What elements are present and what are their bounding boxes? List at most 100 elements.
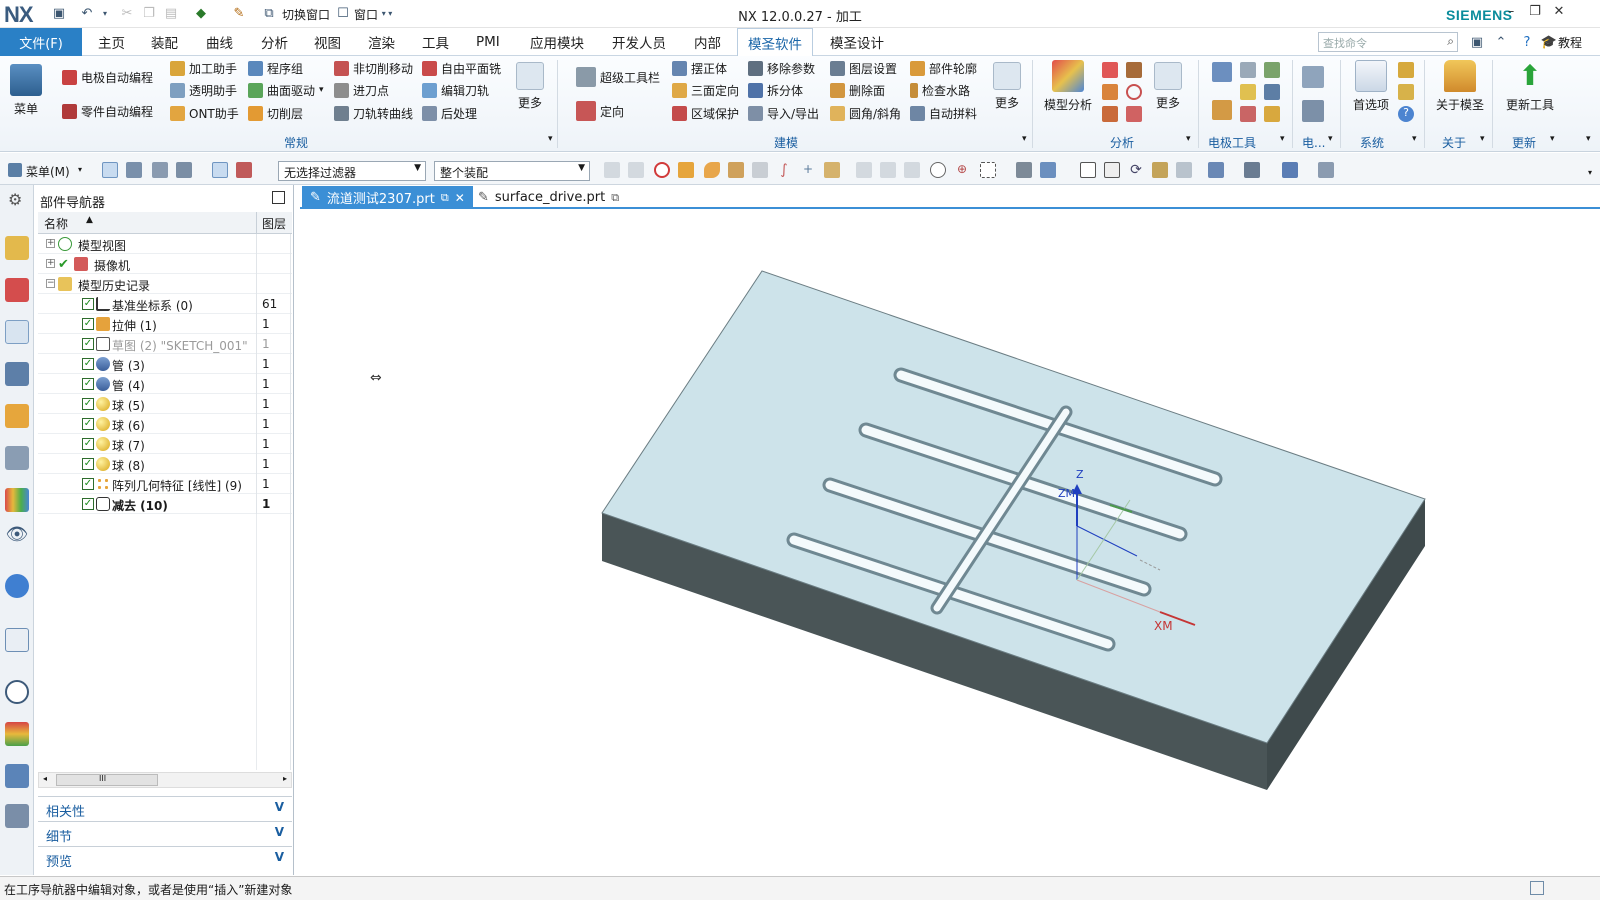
snap-settings-icon[interactable] xyxy=(604,162,620,178)
no-snap-icon[interactable] xyxy=(654,162,670,178)
roles-icon[interactable] xyxy=(5,722,29,746)
system-expand-icon[interactable]: ▾ xyxy=(1412,134,1417,144)
analysis-expand-icon[interactable]: ▾ xyxy=(1186,134,1191,144)
resource-settings-icon[interactable]: ⚙ xyxy=(8,190,22,209)
electrode-create-icon[interactable] xyxy=(1212,62,1232,82)
distance-icon[interactable] xyxy=(1126,62,1142,78)
layer-settings-button[interactable]: 图层设置 xyxy=(830,58,897,78)
assembly-navigator-icon[interactable] xyxy=(5,236,29,260)
check-waterline-button[interactable]: 检查水路 xyxy=(910,80,970,100)
visibility-checkbox[interactable]: ✓ xyxy=(82,378,94,390)
display-mode-icon[interactable] xyxy=(1016,162,1032,178)
fillet-chamfer-button[interactable]: 圆角/斜角 xyxy=(830,103,901,123)
tab-developer[interactable]: 开发人员 xyxy=(612,28,666,56)
tree-row-cameras[interactable]: + ✔ 摄像机 xyxy=(38,254,292,274)
scroll-left-icon[interactable]: ◂ xyxy=(43,774,47,783)
menu-dropdown-button[interactable]: 菜单(M) xyxy=(26,163,70,180)
machining-assistant-button[interactable]: 加工助手 xyxy=(170,58,237,78)
visibility-checkbox[interactable]: ✓ xyxy=(82,358,94,370)
surface-drive-button[interactable]: 曲面驱动 ▾ xyxy=(248,80,324,100)
tab-pmi[interactable]: PMI xyxy=(476,28,500,56)
solid-body-icon[interactable] xyxy=(678,162,694,178)
mass-icon[interactable] xyxy=(1102,106,1118,122)
tab-assembly[interactable]: 装配 xyxy=(151,28,178,56)
ont-assistant-button[interactable]: ONT助手 xyxy=(170,103,239,123)
tree-row-model-history[interactable]: − 模型历史记录 xyxy=(38,274,292,294)
filter-active-icon[interactable] xyxy=(212,162,228,178)
menu-dropdown-icon[interactable]: ▾ xyxy=(78,165,82,174)
part-outline-button[interactable]: 部件轮廓 xyxy=(910,58,977,78)
reuse-library-icon[interactable] xyxy=(5,362,29,386)
tree-row-model-views[interactable]: + 模型视图 xyxy=(38,234,292,254)
robot-icon[interactable] xyxy=(5,804,29,828)
tab-home[interactable]: 主页 xyxy=(98,28,125,56)
transparent-assistant-button[interactable]: 透明助手 xyxy=(170,80,237,100)
curve-icon[interactable]: ∫ xyxy=(776,162,792,178)
snap-arrow-icon[interactable] xyxy=(628,162,644,178)
fit-view-icon[interactable] xyxy=(1080,162,1096,178)
snap-line-icon[interactable] xyxy=(904,162,920,178)
help-icon[interactable]: ? xyxy=(1518,33,1536,51)
regular-expand-icon[interactable]: ▾ xyxy=(548,134,553,144)
filter-reset-icon[interactable] xyxy=(236,162,252,178)
column-layer-header[interactable]: 图层 xyxy=(262,215,286,232)
doc-tab-flow-test[interactable]: ✎ 流道测试2307.prt ⧉ ✕ xyxy=(302,186,473,209)
toolpath-to-curve-button[interactable]: 刀轨转曲线 xyxy=(334,103,413,123)
pan-icon[interactable] xyxy=(1152,162,1168,178)
snap-center-icon[interactable] xyxy=(930,162,946,178)
visibility-checkbox[interactable]: ✓ xyxy=(82,478,94,490)
machining-tools-icon[interactable] xyxy=(5,764,29,788)
deviation-icon[interactable] xyxy=(1126,106,1142,122)
tree-row-sphere-6[interactable]: ✓ 球 (6) 1 xyxy=(38,414,292,434)
modeling-expand-icon[interactable]: ▾ xyxy=(1022,134,1027,144)
rotate-icon[interactable]: ⟳ xyxy=(1128,162,1144,178)
electrode-list-icon[interactable] xyxy=(1264,62,1280,78)
tab-applications[interactable]: 应用模块 xyxy=(530,28,584,56)
select-chain-icon[interactable] xyxy=(126,162,142,178)
visibility-checkbox[interactable]: ✓ xyxy=(82,458,94,470)
tree-row-tube-4[interactable]: ✓ 管 (4) 1 xyxy=(38,374,292,394)
preferences-button[interactable]: 首选项 xyxy=(1348,60,1394,113)
snap-mid-icon[interactable] xyxy=(880,162,896,178)
visibility-checkbox[interactable]: ✓ xyxy=(82,398,94,410)
view-section-icon[interactable] xyxy=(1176,162,1192,178)
three-face-orient-button[interactable]: 三面定向 xyxy=(672,80,739,100)
tutorial-link[interactable]: 教程 xyxy=(1558,34,1582,51)
remove-params-button[interactable]: 移除参数 xyxy=(748,58,815,78)
tree-row-tube-3[interactable]: ✓ 管 (3) 1 xyxy=(38,354,292,374)
command-search-input[interactable]: 查找命令 ⌕ xyxy=(1318,32,1458,52)
electrode-move-icon[interactable] xyxy=(1264,84,1280,100)
minimize-button[interactable]: – xyxy=(1500,4,1522,22)
show-hide-icon[interactable] xyxy=(1318,162,1334,178)
tab-mosheng-software[interactable]: 模圣软件 xyxy=(737,28,813,56)
program-group-button[interactable]: 程序组 xyxy=(248,58,303,78)
box-select-icon[interactable] xyxy=(980,162,996,178)
perspective-icon[interactable] xyxy=(1282,162,1298,178)
model-analysis-button[interactable]: 模型分析 xyxy=(1040,60,1096,113)
fullscreen-icon[interactable] xyxy=(1530,881,1544,895)
free-planar-mill-button[interactable]: 自由平面铣 xyxy=(422,58,501,78)
tree-row-sphere-8[interactable]: ✓ 球 (8) 1 xyxy=(38,454,292,474)
expand-icon[interactable]: + xyxy=(46,239,55,248)
tree-row-extrude[interactable]: ✓ 拉伸 (1) 1 xyxy=(38,314,292,334)
tree-row-datum-csys[interactable]: ✓ 基准坐标系 (0) 61 xyxy=(38,294,292,314)
edit-toolpath-button[interactable]: 编辑刀轨 xyxy=(422,80,489,100)
about-expand-icon[interactable]: ▾ xyxy=(1480,134,1485,144)
tab-curve[interactable]: 曲线 xyxy=(206,28,233,56)
electric-grid-icon[interactable] xyxy=(1302,100,1324,122)
collapse-ribbon-icon[interactable]: ⌃ xyxy=(1492,33,1510,51)
snap-end-icon[interactable] xyxy=(856,162,872,178)
visibility-checkbox[interactable]: ✓ xyxy=(82,338,94,350)
delete-face-button[interactable]: 删除面 xyxy=(830,80,885,100)
file-menu-button[interactable]: 文件(F) xyxy=(0,28,82,56)
info-icon[interactable] xyxy=(5,574,29,598)
toolbar-overflow-icon[interactable]: ▾ xyxy=(1588,168,1592,177)
history-library-icon[interactable] xyxy=(5,488,29,512)
feature-icon[interactable] xyxy=(824,162,840,178)
tree-row-sketch[interactable]: ✓ 草图 (2) "SKETCH_001" 1 xyxy=(38,334,292,354)
measure-icon[interactable] xyxy=(1102,84,1118,100)
about-mosheng-button[interactable]: 关于模圣 xyxy=(1432,60,1488,113)
tab-mosheng-design[interactable]: 模圣设计 xyxy=(830,28,884,56)
weight-icon[interactable] xyxy=(1102,62,1118,78)
electrode-block-icon[interactable] xyxy=(1212,100,1232,120)
